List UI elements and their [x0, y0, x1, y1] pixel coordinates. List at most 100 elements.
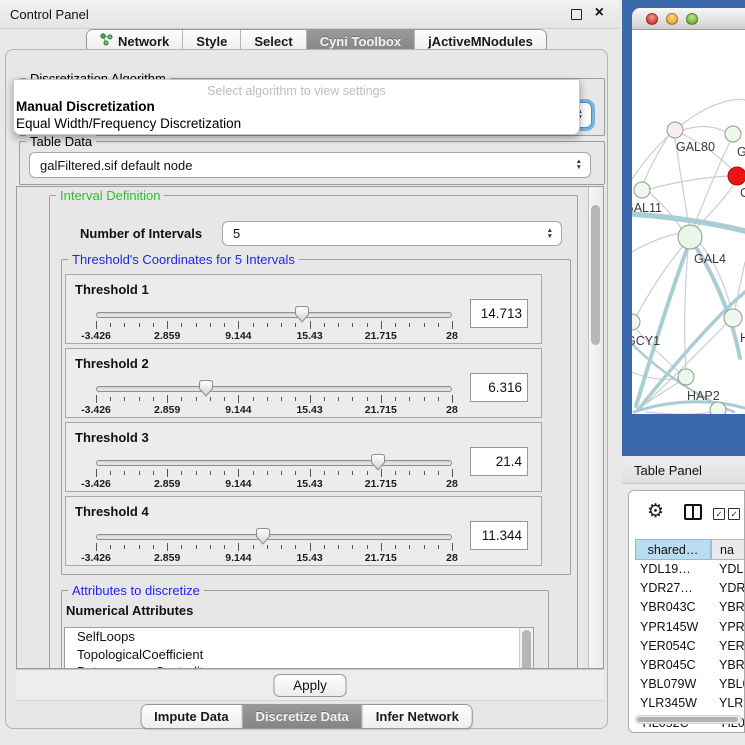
network-node-gcy1[interactable]	[632, 314, 640, 330]
tab-label: Cyni Toolbox	[320, 34, 401, 49]
float-window-button[interactable]	[571, 9, 582, 20]
mac-minimize-button[interactable]	[666, 13, 678, 25]
scale-tick-label: 28	[446, 478, 458, 490]
slider-track[interactable]	[96, 312, 452, 318]
table-row[interactable]: YBR045CYBR0	[635, 656, 745, 675]
network-node-g[interactable]	[725, 126, 741, 142]
table-row[interactable]: YPR145WYPR1	[635, 618, 745, 637]
threshold-label: Threshold 2	[75, 356, 149, 371]
list-item[interactable]: SelfLoops	[65, 628, 533, 646]
updown-stepper-icon: ▲▼	[576, 153, 582, 177]
table-cell: YDL1	[711, 560, 745, 579]
tab-infer-network[interactable]: Infer Network	[363, 705, 472, 728]
network-node-gal11[interactable]	[634, 182, 650, 198]
node-label: GAL4	[694, 252, 726, 266]
table-row[interactable]: YBL079WYBL0	[635, 675, 745, 694]
tab-discretize-data[interactable]: Discretize Data	[243, 705, 363, 728]
table-row[interactable]: YBR043CYBR0	[635, 598, 745, 617]
scale-tick-label: 21.715	[365, 552, 397, 564]
algorithm-dropdown-popup: Select algorithm to view settings Manual…	[13, 79, 580, 135]
slider-track[interactable]	[96, 386, 452, 392]
checkbox-icon[interactable]: ✓	[728, 508, 740, 520]
node-label: HAP2	[687, 389, 720, 403]
settings-scroll-area: Interval Definition Number of Intervals …	[16, 186, 604, 669]
table-row[interactable]: YDL19…YDL1	[635, 560, 745, 579]
group-title: Interval Definition	[56, 188, 164, 203]
column-header-name[interactable]: na	[711, 539, 745, 560]
mac-titlebar[interactable]	[632, 8, 745, 30]
tab-label: jActiveMNodules	[428, 34, 533, 49]
mac-zoom-button[interactable]	[686, 13, 698, 25]
threshold-slider[interactable]: -3.4262.8599.14415.4321.71528	[94, 381, 454, 415]
close-icon[interactable]: ×	[595, 3, 604, 23]
table-cell: YER0	[711, 637, 745, 656]
scale-tick-label: 15.43	[296, 552, 322, 564]
table-row[interactable]: YDR27…YDR2	[635, 579, 745, 598]
table-data-combobox[interactable]: galFiltered.sif default node ▲▼	[29, 152, 591, 178]
gear-icon[interactable]: ⚙	[647, 502, 664, 522]
table-cell: YBR043C	[635, 598, 711, 617]
table-data-group: Table Data galFiltered.sif default node …	[19, 141, 605, 185]
threshold-label: Threshold 4	[75, 504, 149, 519]
attributes-group: Attributes to discretize Numerical Attri…	[61, 590, 549, 669]
tab-impute-data[interactable]: Impute Data	[141, 705, 242, 728]
scale-tick-label: 28	[446, 404, 458, 416]
network-node-hap2[interactable]	[678, 369, 694, 385]
scale-tick-label: 2.859	[154, 478, 180, 490]
network-icon	[100, 33, 113, 49]
dropdown-option-equal-width[interactable]: Equal Width/Frequency Discretization	[14, 115, 579, 132]
list-scrollbar[interactable]	[519, 628, 533, 669]
network-node[interactable]	[710, 402, 726, 414]
network-node-gal80[interactable]	[667, 122, 683, 138]
checkbox-icon[interactable]: ✓	[713, 508, 725, 520]
settings-scrollbar[interactable]	[588, 187, 603, 668]
list-item[interactable]: TopologicalCoefficient	[65, 646, 533, 664]
table-hscrollbar[interactable]	[635, 715, 742, 724]
numerical-attributes-list[interactable]: SelfLoopsTopologicalCoefficientBetweenne…	[64, 627, 534, 669]
threshold-value-field[interactable]: 6.316	[470, 373, 528, 402]
threshold-value-field[interactable]: 11.344	[470, 521, 528, 550]
column-header-shared-name[interactable]: shared…	[635, 539, 711, 560]
table-cell: YPR145W	[635, 618, 711, 637]
threshold-slider[interactable]: -3.4262.8599.14415.4321.71528	[94, 307, 454, 341]
dropdown-option-manual[interactable]: Manual Discretization	[14, 98, 579, 115]
apply-button[interactable]: Apply	[274, 674, 347, 697]
tab-label: Select	[254, 34, 292, 49]
scale-tick-label: 2.859	[154, 330, 180, 342]
network-canvas[interactable]: GAL80GCGAL11GAL4GCY1HHAP2	[632, 30, 745, 414]
group-title: Attributes to discretize	[68, 583, 204, 598]
network-node-h[interactable]	[724, 309, 742, 327]
column-layout-icon[interactable]	[684, 504, 702, 520]
updown-stepper-icon: ▲▼	[547, 222, 553, 245]
table-cell: YLR3	[711, 694, 745, 713]
threshold-slider[interactable]: -3.4262.8599.14415.4321.71528	[94, 529, 454, 563]
node-label: GCY1	[632, 334, 660, 348]
slider-track[interactable]	[96, 460, 452, 466]
network-node-gal4[interactable]	[678, 225, 702, 249]
slider-track[interactable]	[96, 534, 452, 540]
mac-close-button[interactable]	[646, 13, 658, 25]
table-cell: YDL19…	[635, 560, 711, 579]
scale-tick-label: 21.715	[365, 478, 397, 490]
slider-ticks	[96, 395, 452, 403]
node-label: H	[740, 331, 745, 345]
num-intervals-value: 5	[233, 222, 240, 245]
table-cell: YBR045C	[635, 656, 711, 675]
table-cell: YBR0	[711, 656, 745, 675]
dropdown-hint: Select algorithm to view settings	[14, 80, 579, 98]
scale-tick-label: 2.859	[154, 404, 180, 416]
interval-definition-group: Interval Definition Number of Intervals …	[49, 195, 578, 669]
threshold-slider[interactable]: -3.4262.8599.14415.4321.71528	[94, 455, 454, 489]
num-intervals-spinner[interactable]: 5 ▲▼	[222, 221, 562, 246]
num-intervals-label: Number of Intervals	[80, 226, 202, 241]
network-node-c[interactable]	[728, 167, 745, 185]
threshold-value-field[interactable]: 14.713	[470, 299, 528, 328]
table-row[interactable]: YLR345WYLR3	[635, 694, 745, 713]
slider-ticks	[96, 469, 452, 477]
threshold-value-field[interactable]: 21.4	[470, 447, 528, 476]
apply-row: Apply	[16, 669, 604, 701]
tab-label: Network	[118, 34, 169, 49]
slider-ticks	[96, 321, 452, 329]
scale-tick-label: 9.144	[225, 478, 251, 490]
table-row[interactable]: YER054CYER0	[635, 637, 745, 656]
